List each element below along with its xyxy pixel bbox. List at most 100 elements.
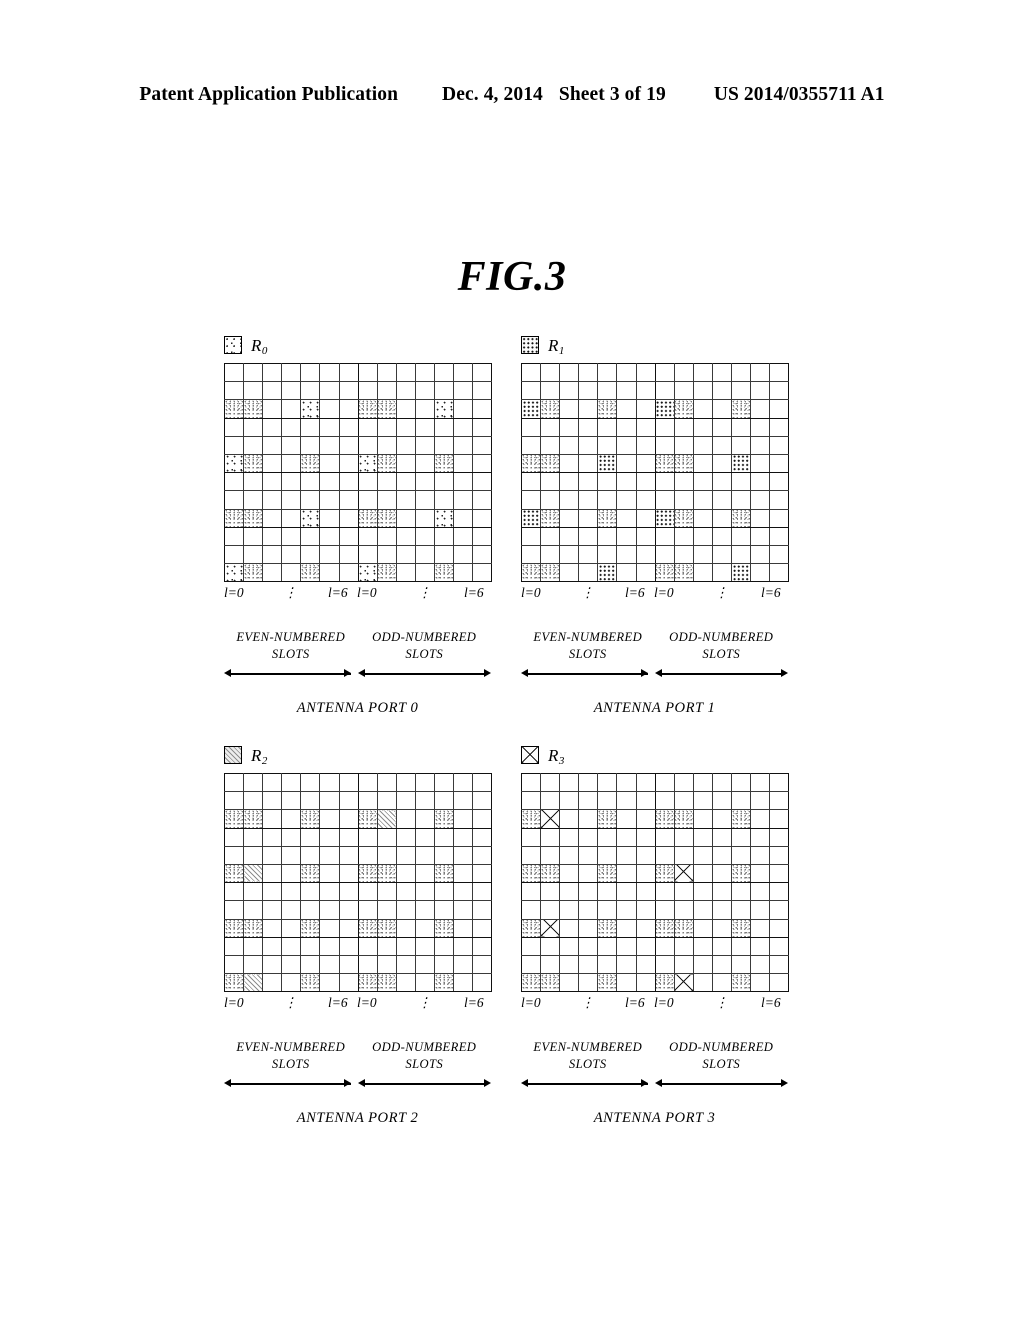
grid-cell bbox=[635, 827, 656, 847]
grid-cell bbox=[578, 936, 599, 956]
grid-cell bbox=[654, 936, 675, 956]
grid-cell bbox=[472, 472, 493, 492]
grid-cell bbox=[635, 563, 656, 583]
grid-cell bbox=[559, 362, 580, 383]
grid-row bbox=[223, 882, 493, 902]
grid-cell bbox=[414, 809, 436, 829]
grid-cell bbox=[243, 827, 264, 847]
axis-label-right-end: l=6 bbox=[761, 585, 781, 601]
grid-cell bbox=[319, 508, 340, 528]
grid-cell bbox=[578, 526, 599, 546]
grid-cell bbox=[750, 490, 771, 510]
grid-cell bbox=[395, 845, 416, 865]
grid-cell-marked bbox=[540, 453, 561, 474]
grid-cell bbox=[357, 936, 378, 956]
grid-cell bbox=[262, 918, 283, 938]
grid-cell-marked bbox=[673, 973, 694, 993]
grid-cell bbox=[357, 772, 378, 793]
grid-cell-marked bbox=[357, 508, 378, 528]
grid-row bbox=[223, 490, 493, 510]
grid-cell bbox=[597, 936, 618, 956]
grid-cell bbox=[769, 863, 790, 884]
grid-cell bbox=[654, 490, 675, 510]
grid-cell bbox=[578, 435, 599, 455]
grid-cell bbox=[395, 490, 416, 510]
grid-cell bbox=[616, 954, 637, 975]
grid-cell bbox=[559, 508, 580, 528]
grid-cell bbox=[559, 526, 580, 546]
grid-cell bbox=[578, 417, 599, 437]
grid-cell bbox=[281, 845, 302, 865]
grid-cell bbox=[635, 772, 656, 793]
grid-cell bbox=[769, 453, 790, 474]
grid-cell bbox=[376, 490, 397, 510]
grid-cell bbox=[453, 809, 474, 829]
grid-cell bbox=[338, 882, 359, 902]
grid-cell bbox=[616, 417, 637, 437]
grid-cell bbox=[750, 863, 771, 884]
arrow-line-even bbox=[229, 673, 351, 675]
grid-cell bbox=[597, 490, 618, 510]
axis-dots-left: ⋮ bbox=[581, 584, 594, 601]
grid-cell bbox=[578, 973, 599, 993]
grid-cell bbox=[243, 954, 264, 975]
grid-row bbox=[520, 954, 790, 975]
grid-cell bbox=[769, 508, 790, 528]
grid-cell bbox=[434, 362, 455, 383]
grid-cell bbox=[319, 845, 340, 865]
grid-cell bbox=[414, 918, 436, 938]
grid-cell bbox=[223, 544, 245, 565]
arrow-head-odd-left-icon bbox=[358, 669, 365, 678]
arrow-head-even-left-icon bbox=[224, 1079, 231, 1088]
grid-cell bbox=[262, 563, 283, 583]
grid-cell bbox=[319, 973, 340, 993]
axis-dots-right: ⋮ bbox=[418, 584, 431, 601]
axis-label-left-end: l=6 bbox=[328, 995, 348, 1011]
axis-label-left-start: l=0 bbox=[224, 585, 244, 601]
grid-cell bbox=[654, 882, 675, 902]
grid-cell bbox=[300, 381, 321, 401]
grid-cell bbox=[731, 417, 752, 437]
grid-cell bbox=[711, 900, 733, 920]
grid-cell-marked bbox=[540, 508, 561, 528]
grid-cell bbox=[559, 453, 580, 474]
grid-cell-marked bbox=[223, 863, 245, 884]
grid-cell bbox=[692, 472, 713, 492]
grid-cell-marked bbox=[300, 453, 321, 474]
grid-cell bbox=[711, 435, 733, 455]
grid-cell bbox=[395, 362, 416, 383]
grid-cell bbox=[750, 435, 771, 455]
grid-cell-marked bbox=[434, 918, 455, 938]
odd-slots-label: ODD-NUMBERED SLOTS bbox=[655, 629, 789, 663]
grid-cell-marked bbox=[731, 453, 752, 474]
grid-cell bbox=[434, 526, 455, 546]
grid-cell bbox=[635, 809, 656, 829]
grid-cell-marked bbox=[434, 809, 455, 829]
grid-cell bbox=[597, 435, 618, 455]
grid-cell bbox=[750, 791, 771, 811]
grid-row bbox=[223, 508, 493, 528]
arrow-head-even-right-icon bbox=[344, 1079, 351, 1088]
even-slots-line1: EVEN-NUMBERED bbox=[533, 1040, 643, 1055]
grid-cell bbox=[319, 453, 340, 474]
grid-cell bbox=[338, 362, 359, 383]
grid-cell bbox=[711, 954, 733, 975]
grid-cell bbox=[635, 954, 656, 975]
figure-title: FIG.3 bbox=[457, 254, 567, 300]
grid-cell bbox=[616, 544, 637, 565]
axis-label-right-end: l=6 bbox=[464, 995, 484, 1011]
header-publication: Patent Application Publication bbox=[139, 84, 399, 105]
grid-cell bbox=[654, 526, 675, 546]
grid-cell bbox=[731, 772, 752, 793]
grid-cell-marked bbox=[597, 453, 618, 474]
grid-cell bbox=[578, 809, 599, 829]
grid-cell bbox=[243, 490, 264, 510]
grid-cell bbox=[453, 435, 474, 455]
grid-cell bbox=[520, 417, 542, 437]
grid-row bbox=[223, 381, 493, 401]
grid-cell bbox=[281, 918, 302, 938]
grid-cell bbox=[692, 453, 713, 474]
grid-cell bbox=[711, 791, 733, 811]
axis-label-right-end: l=6 bbox=[761, 995, 781, 1011]
grid-cell-marked bbox=[540, 809, 561, 829]
